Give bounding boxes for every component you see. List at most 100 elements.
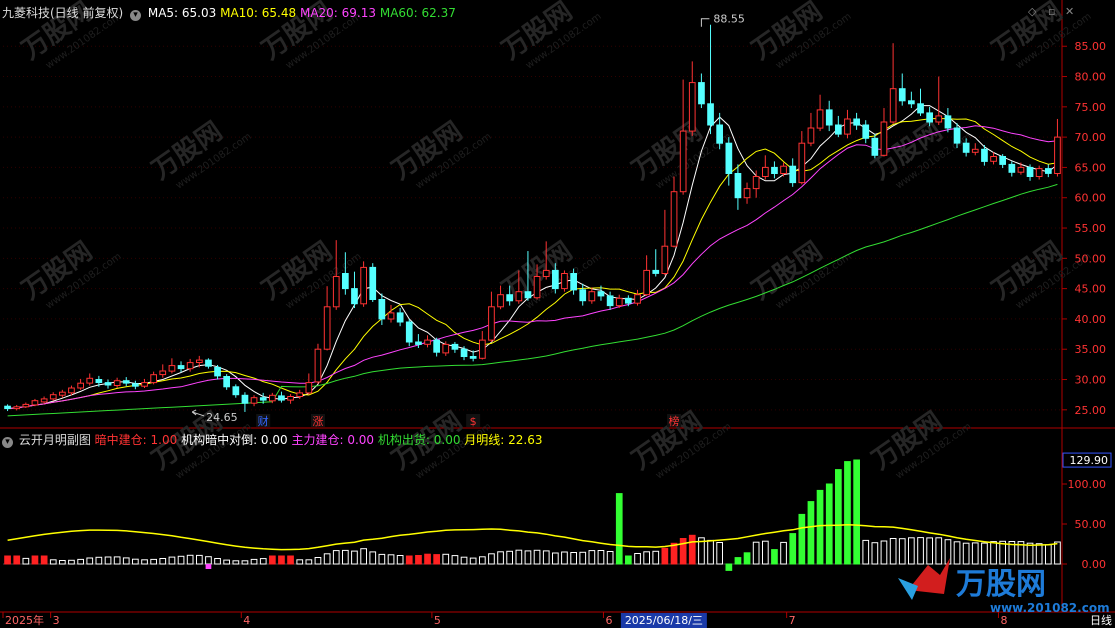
candle-body xyxy=(926,112,933,123)
indicator-bar xyxy=(150,558,158,565)
indicator-bar xyxy=(762,540,769,565)
indicator-bar xyxy=(853,459,860,565)
diamond-icon[interactable]: ◇ xyxy=(1028,5,1036,18)
stock-name[interactable]: 九菱科技(日线 前复权) xyxy=(2,6,123,20)
indicator-bar xyxy=(962,542,970,565)
indicator-bar xyxy=(159,558,167,565)
minimize-icon[interactable]: ▫ xyxy=(1048,5,1055,18)
close-icon[interactable]: ✕ xyxy=(1065,5,1074,18)
candle xyxy=(433,337,440,357)
indicator-bar xyxy=(378,553,386,565)
indicator-bar xyxy=(95,556,103,565)
cursor-date-label: 2025/06/18/三 xyxy=(625,614,703,627)
candle xyxy=(743,182,751,204)
candle-body xyxy=(287,396,294,401)
indicator-name[interactable]: 云开月明副图 xyxy=(19,433,91,447)
indicator-bar xyxy=(497,551,504,565)
indicator-bar xyxy=(971,542,979,565)
indicator-hidden-build-label: 暗中建仓: 1.00 xyxy=(94,433,178,447)
indicator-bar xyxy=(351,550,358,565)
candle-body xyxy=(241,394,249,404)
indicator-bar xyxy=(451,555,459,565)
candle-body xyxy=(323,306,331,350)
candle xyxy=(360,261,367,307)
event-marker: $ xyxy=(466,414,481,428)
indicator-bar xyxy=(679,538,687,565)
candle-body xyxy=(460,348,468,358)
indicator-bar xyxy=(442,553,450,565)
candle xyxy=(31,398,39,407)
candle-body xyxy=(141,382,148,387)
indicator-bar xyxy=(460,556,468,565)
candle-body xyxy=(296,392,304,397)
indicator-tick-label: 50.00 xyxy=(1075,518,1107,531)
indicator-axis: 0.00 50.00 100.00 129.90 xyxy=(1062,452,1112,571)
candle xyxy=(77,378,85,390)
date-label: 3 xyxy=(53,614,60,627)
indicator-bar xyxy=(561,551,568,565)
price-tick-label: 75.00 xyxy=(1075,101,1107,114)
indicator-settings-icon[interactable]: ▾ xyxy=(2,437,13,448)
indicator-bar xyxy=(533,549,541,565)
candle xyxy=(971,143,979,156)
indicator-bar xyxy=(515,549,523,565)
candle xyxy=(762,155,769,180)
indicator-bar xyxy=(205,556,212,565)
price-tick-label: 55.00 xyxy=(1075,222,1107,235)
indicator-bar xyxy=(844,461,851,565)
indicator-bar xyxy=(789,533,797,565)
candle-body xyxy=(698,82,705,105)
chart-canvas[interactable]: 万股网www.201082.com 万股网www.201082.com 万股网www… xyxy=(0,0,1115,628)
candle-body xyxy=(552,269,559,290)
candle-body xyxy=(68,387,75,394)
candle-body xyxy=(597,291,605,297)
candle-body xyxy=(752,176,760,190)
candle xyxy=(159,364,167,378)
candle-body xyxy=(579,289,587,302)
indicator-bar xyxy=(588,550,596,565)
indicator-moonline-label: 月明线: 22.63 xyxy=(464,433,543,447)
candle-body xyxy=(433,339,440,353)
indicator-bar xyxy=(360,548,367,565)
candle xyxy=(104,379,112,389)
candle-body xyxy=(625,297,632,304)
indicator-bar xyxy=(287,555,294,565)
indicator-bar xyxy=(59,560,66,565)
indicator-bar xyxy=(196,554,203,565)
price-axis: 25.00 30.00 35.00 40.00 45.00 50.00 55.00 60.00… xyxy=(1062,40,1106,417)
event-marker: 涨 xyxy=(310,414,325,428)
candle xyxy=(825,100,833,132)
indicator-bar xyxy=(387,554,395,565)
candle xyxy=(561,270,568,292)
price-annotations: 88.55 24.65 xyxy=(191,13,745,424)
indicator-bar xyxy=(77,558,85,565)
indicator-bar xyxy=(342,549,349,565)
candle xyxy=(606,291,614,310)
candle-body xyxy=(835,124,842,135)
settings-circle-icon[interactable]: ▾ xyxy=(130,10,142,21)
candle-body xyxy=(150,374,158,384)
ma5-label: MA5: 65.03 xyxy=(147,6,217,20)
candle-body xyxy=(223,376,231,388)
candle-body xyxy=(360,266,367,305)
indicator-bar xyxy=(278,555,285,565)
candle xyxy=(935,76,943,126)
candle-body xyxy=(844,118,851,135)
candle-body xyxy=(396,312,404,323)
candle-body xyxy=(415,341,422,345)
candle xyxy=(424,335,431,348)
indicator-bar xyxy=(479,556,486,565)
candle xyxy=(488,291,495,342)
candle-body xyxy=(862,124,870,139)
candle xyxy=(250,395,258,407)
candle-body xyxy=(771,166,778,174)
price-tick-label: 85.00 xyxy=(1075,40,1107,53)
candle-body xyxy=(935,115,943,123)
candle-body xyxy=(177,365,185,370)
candle-body xyxy=(606,295,614,307)
indicator-bar xyxy=(898,538,906,565)
price-tick-label: 80.00 xyxy=(1075,71,1107,84)
candle-body xyxy=(944,115,952,129)
event-marker-label: 财 xyxy=(258,414,269,428)
indicator-bar xyxy=(405,555,413,565)
